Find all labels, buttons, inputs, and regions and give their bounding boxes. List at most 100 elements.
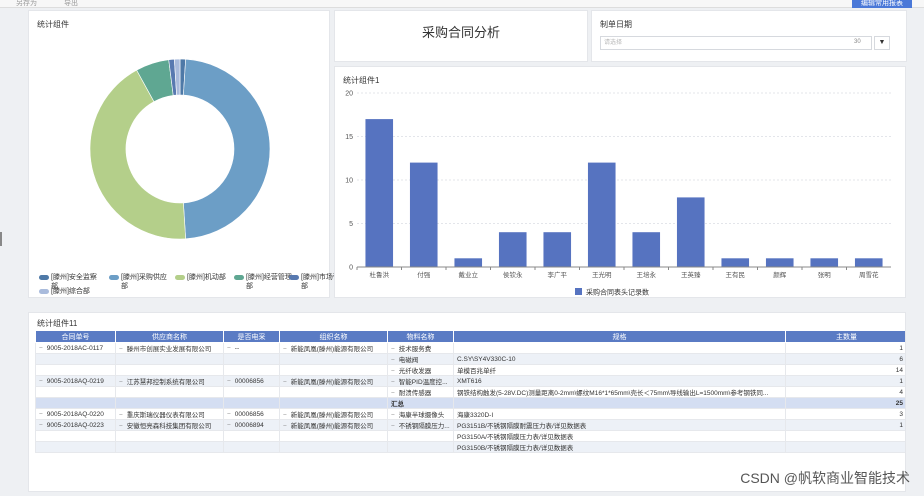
collapse-icon[interactable]: − (283, 412, 287, 419)
collapse-icon[interactable]: − (119, 412, 123, 419)
cell-text: 单模百兆单纤 (457, 368, 496, 375)
collapse-icon[interactable]: − (391, 390, 395, 397)
table-cell: − 滕州市创展实业发展有限公司 (115, 342, 224, 354)
header-e-procure[interactable]: 是否电采 (223, 330, 280, 343)
bar[interactable] (543, 232, 572, 267)
legend-item[interactable]: [滕州]经营管理部 (234, 273, 292, 291)
table-cell: − 新能凤凰(滕州)能源有限公司 (279, 419, 388, 431)
collapse-icon[interactable]: − (39, 378, 43, 385)
header-contract-no[interactable]: 合同单号 (35, 330, 116, 343)
cell-text: 汇总 (391, 401, 404, 408)
table-cell (785, 430, 905, 442)
collapse-icon[interactable]: − (391, 357, 395, 364)
cell-text: 14 (895, 366, 903, 374)
legend-label: [滕州]经营管理部 (246, 274, 292, 290)
bar[interactable] (454, 258, 483, 267)
cell-text: C.SY\SY4V330C-10 (457, 355, 516, 363)
bar[interactable] (587, 162, 616, 267)
table-cell (115, 386, 224, 398)
header-org[interactable]: 组织名称 (279, 330, 388, 343)
bar[interactable] (854, 258, 883, 267)
table-cell: −00006894 (223, 419, 280, 431)
table-row[interactable]: −9005-2018AQ-0219− 江苏慧邦控制系统有限公司 −00006856−… (35, 375, 905, 387)
header-quantity[interactable]: 主数量 (785, 330, 905, 343)
legend-item[interactable]: [滕州]综合部 (39, 287, 97, 296)
table-summary-row[interactable]: 汇总 25 (35, 397, 905, 409)
table-cell: − 新能凤凰(滕州)能源有限公司 (279, 408, 388, 420)
bar-chart[interactable]: 0 5 10 15 20 杜鲁洪 付强 戴业立 侯钦永 李广平 王光明 王培永 王英臻 王有民 颜辉 张明 周雪… (335, 67, 907, 299)
header-spec[interactable]: 规格 (453, 330, 786, 343)
table-row[interactable]: − 电磁阀 C.SY\SY4V330C-10 6 (35, 353, 905, 365)
collapse-icon[interactable]: − (39, 422, 43, 429)
bar[interactable] (498, 232, 527, 267)
bar[interactable] (409, 162, 438, 267)
table-cell: −9005-2018AQ-0219 (35, 375, 116, 387)
collapse-icon[interactable]: − (391, 368, 395, 375)
legend-item[interactable]: [滕州]机动部 (175, 273, 233, 282)
legend-swatch (289, 275, 299, 280)
date-filter-input[interactable]: 请选择 (600, 36, 872, 50)
collapse-icon[interactable]: − (227, 411, 231, 418)
legend-item[interactable]: [滕州]采购供应部 (109, 273, 167, 291)
collapse-icon[interactable]: − (391, 379, 395, 386)
cell-text: 9005-2018AC-0117 (46, 344, 104, 352)
collapse-icon[interactable]: − (283, 379, 287, 386)
bar[interactable] (632, 232, 661, 267)
bar[interactable] (676, 197, 705, 267)
table-row[interactable]: PG3150A/不锈钢隔膜压力表/详见数据表 (35, 430, 905, 442)
collapse-icon[interactable]: − (227, 345, 231, 352)
donut-slice[interactable] (183, 58, 271, 240)
collapse-icon[interactable]: − (391, 346, 395, 353)
export-button[interactable]: 导出 (64, 0, 78, 8)
y-tick-label: 15 (345, 134, 353, 141)
table-cell: 1 (785, 342, 905, 354)
save-as-button[interactable]: 另存为 (16, 0, 37, 8)
legend-swatch (575, 288, 582, 295)
table-cell: C.SY\SY4V330C-10 (453, 353, 786, 365)
collapse-icon[interactable]: − (391, 412, 395, 419)
table-row[interactable]: − 耐溃传感器 钢铁结构触发(5-28V.DC)测量距离0-2mm\螺纹M16*1*… (35, 386, 905, 398)
collapse-icon[interactable]: − (283, 346, 287, 353)
collapse-icon[interactable]: − (119, 423, 123, 430)
bar[interactable] (765, 258, 794, 267)
cell-text: PG3151B/不锈钢隔膜耐震压力表/详见数据表 (457, 423, 587, 430)
panel-resize-handle[interactable] (0, 232, 2, 246)
collapse-icon[interactable]: − (119, 346, 123, 353)
collapse-icon[interactable]: − (227, 378, 231, 385)
bar[interactable] (721, 258, 750, 267)
collapse-icon[interactable]: − (391, 423, 395, 430)
cell-text: 耐溃传感器 (398, 390, 432, 397)
cell-text: 海康半球摄像头 (398, 412, 445, 419)
collapse-icon[interactable]: − (119, 379, 123, 386)
x-tick-label: 李广平 (548, 270, 568, 279)
collapse-icon[interactable]: − (39, 345, 43, 352)
table-cell: 汇总 (387, 397, 454, 409)
table-cell: 25 (785, 397, 905, 409)
table-row[interactable]: − 光纤收发器 单模百兆单纤 14 (35, 364, 905, 376)
collapse-icon[interactable]: − (39, 411, 43, 418)
donut-chart[interactable] (29, 11, 331, 261)
cell-text: 电磁阀 (398, 357, 419, 364)
table-row[interactable]: −9005-2018AQ-0220− 重庆斯瑞仪器仪表有限公司 −00006856−… (35, 408, 905, 420)
table-cell (223, 353, 280, 365)
collapse-icon[interactable]: − (283, 423, 287, 430)
table-row[interactable]: −9005-2018AQ-0223− 安徽恒亮森科技集团有限公司 −00006894… (35, 419, 905, 431)
header-material[interactable]: 物料名称 (387, 330, 454, 343)
cell-text: 安徽恒亮森科技集团有限公司 (126, 423, 212, 430)
y-tick-label: 0 (349, 265, 353, 272)
cell-text: 滕州市创展实业发展有限公司 (126, 346, 212, 353)
table-cell: −9005-2018AC-0117 (35, 342, 116, 354)
table-row[interactable]: PG3150B/不锈钢隔膜压力表/详见数据表 (35, 441, 905, 453)
table-cell: −00006856 (223, 408, 280, 420)
table-row[interactable]: −9005-2018AC-0117− 滕州市创展实业发展有限公司 − -- − 新能凤凰(… (35, 342, 905, 354)
bar[interactable] (365, 119, 394, 267)
chevron-down-icon[interactable]: ▼ (874, 36, 890, 50)
bar[interactable] (810, 258, 839, 267)
cell-text: 9005-2018AQ-0219 (46, 377, 104, 385)
table-cell (785, 441, 905, 453)
legend-label[interactable]: 采购合同表头记录数 (586, 288, 649, 297)
header-supplier[interactable]: 供应商名称 (115, 330, 224, 343)
cell-text: PG3150A/不锈钢隔膜压力表/详见数据表 (457, 434, 574, 441)
edit-report-button[interactable]: 编辑常用报表 (852, 0, 912, 8)
collapse-icon[interactable]: − (227, 422, 231, 429)
